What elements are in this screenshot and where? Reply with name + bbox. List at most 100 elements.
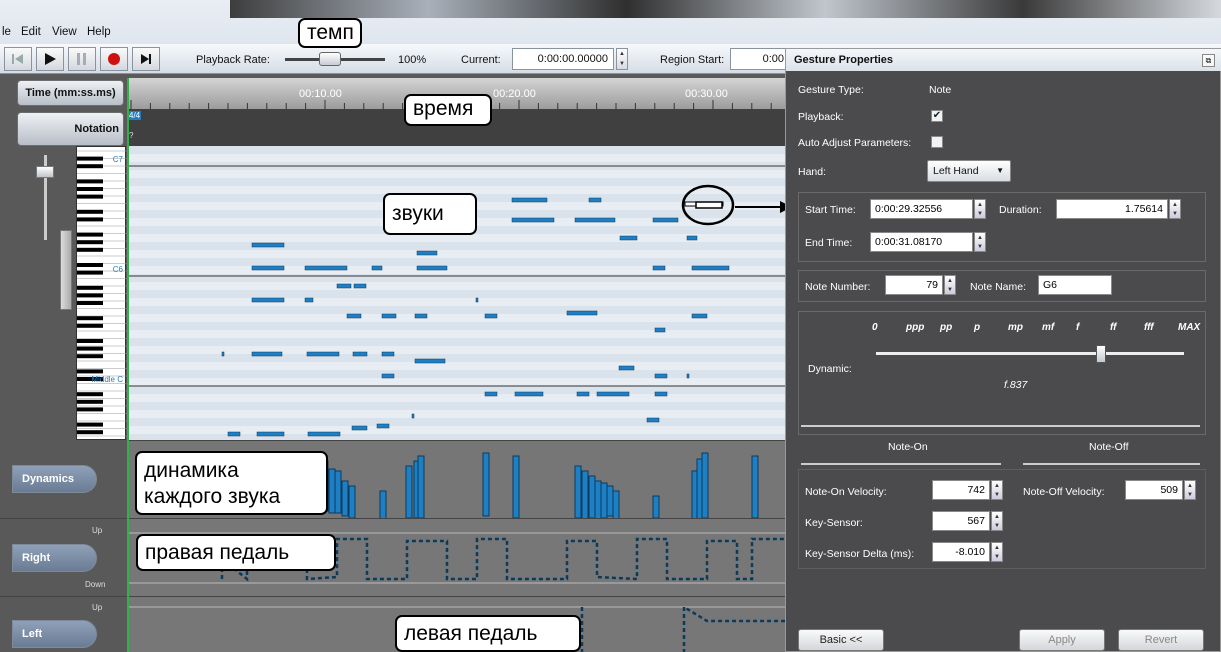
- note-block: [619, 235, 638, 241]
- dynamics-bar: [600, 482, 608, 518]
- roll-stripe: [127, 386, 785, 394]
- black-key: [77, 346, 103, 351]
- note-block: [416, 250, 438, 256]
- apply-button[interactable]: Apply: [1019, 629, 1105, 651]
- dynamic-slider[interactable]: [1095, 345, 1106, 363]
- note-block: [416, 265, 448, 271]
- start-time-spinner[interactable]: ▲ ▼: [974, 199, 986, 219]
- basic-toggle-button[interactable]: Basic <<: [798, 629, 884, 651]
- right-pedal-down-label: Down: [85, 580, 106, 589]
- callout-right-pedal: правая педаль: [136, 534, 336, 571]
- note-block: [484, 313, 498, 319]
- black-key: [77, 407, 103, 412]
- note-number-spinner[interactable]: ▲ ▼: [944, 275, 956, 295]
- piano-scrollbar[interactable]: [60, 230, 72, 310]
- end-time-label: End Time:: [805, 237, 853, 249]
- note-block: [381, 351, 395, 357]
- note-block: [336, 283, 352, 289]
- note-block: [686, 235, 698, 241]
- menu-help[interactable]: Help: [87, 26, 111, 38]
- note-block: [566, 310, 598, 316]
- note-block: [646, 417, 660, 423]
- note-block: [686, 373, 690, 379]
- ruler-tick-label-10: 00:10.00: [299, 88, 342, 100]
- roll-stripe: [127, 258, 785, 266]
- vertical-zoom-slider[interactable]: [36, 166, 54, 178]
- note-block: [256, 431, 285, 437]
- black-key: [77, 369, 103, 374]
- end-time-field[interactable]: 0:00:31.08170: [870, 232, 973, 252]
- note-block: [346, 313, 362, 319]
- note-block: [304, 297, 314, 303]
- note-block: [511, 217, 555, 223]
- note-on-divider: [801, 463, 1001, 465]
- note-block: [251, 351, 283, 357]
- callout-dynamics: динамика каждого звука: [135, 451, 328, 515]
- right-pedal-lane-button[interactable]: Right: [12, 544, 97, 572]
- playback-checkbox[interactable]: ✔: [931, 110, 943, 122]
- black-key: [77, 187, 103, 191]
- current-time-field[interactable]: 0:00:00.00000: [512, 48, 614, 70]
- black-key: [77, 392, 103, 397]
- roll-stripe: [127, 306, 785, 314]
- end-time-spinner[interactable]: ▲ ▼: [974, 232, 986, 252]
- black-key: [77, 209, 103, 214]
- skip-start-button[interactable]: [4, 47, 32, 71]
- duration-field[interactable]: 1.75614: [1056, 199, 1168, 219]
- note-off-divider: [1023, 463, 1200, 465]
- piano-keyboard[interactable]: C7 C6 Middle C: [76, 146, 127, 450]
- notation-header[interactable]: Notation: [17, 112, 124, 146]
- skip-start-icon: [12, 54, 23, 64]
- record-button[interactable]: [100, 47, 128, 71]
- start-time-field[interactable]: 0:00:29.32556: [870, 199, 973, 219]
- duration-spinner[interactable]: ▲ ▼: [1169, 199, 1181, 219]
- note-name-field[interactable]: G6: [1038, 275, 1112, 295]
- callout-tempo: темп: [298, 18, 362, 48]
- hand-select[interactable]: Left Hand ▼: [927, 160, 1011, 182]
- region-start-field[interactable]: 0:00: [730, 48, 790, 70]
- dynamics-bar: [594, 480, 602, 518]
- auto-adjust-label: Auto Adjust Parameters:: [798, 137, 912, 149]
- play-icon: [45, 53, 56, 65]
- menu-file[interactable]: le: [2, 26, 11, 38]
- dynamics-bar: [417, 455, 425, 518]
- gesture-properties-titlebar: Gesture Properties: [786, 49, 1221, 71]
- note-block: [353, 283, 367, 289]
- app-window: le Edit View Help Playback Rate: 100% Cu…: [0, 0, 1221, 652]
- note-number-field[interactable]: 79: [885, 275, 943, 295]
- roll-stripe: [127, 146, 785, 154]
- gesture-type-value: Note: [929, 84, 952, 96]
- note-block: [654, 391, 668, 397]
- dynamics-bar: [379, 490, 387, 518]
- note-block: [251, 242, 285, 248]
- menu-edit[interactable]: Edit: [21, 26, 41, 38]
- note-block: [652, 265, 666, 271]
- dynamics-bar: [512, 455, 520, 518]
- skip-end-button[interactable]: [132, 47, 160, 71]
- dynamic-mark: f: [1076, 322, 1080, 333]
- revert-button[interactable]: Revert: [1118, 629, 1204, 651]
- panel-restore-button[interactable]: ⧉: [1202, 54, 1215, 67]
- note-block: [381, 313, 397, 319]
- note-block: [691, 265, 730, 271]
- pause-icon: [77, 53, 86, 65]
- pause-button[interactable]: [68, 47, 96, 71]
- black-key: [77, 156, 103, 161]
- note-block: [414, 358, 446, 364]
- dynamics-bar: [334, 470, 342, 514]
- note-block: [306, 351, 340, 357]
- right-pedal-up-label: Up: [92, 526, 103, 535]
- left-pedal-lane-button[interactable]: Left: [12, 620, 97, 648]
- current-time-spinner[interactable]: ▲ ▼: [616, 48, 628, 70]
- dynamic-mark: 0: [872, 322, 878, 333]
- menu-view[interactable]: View: [52, 26, 77, 38]
- note-block: [511, 197, 548, 203]
- playback-rate-slider[interactable]: [319, 52, 341, 66]
- auto-adjust-checkbox[interactable]: [931, 136, 943, 148]
- play-button[interactable]: [36, 47, 64, 71]
- playhead[interactable]: [127, 78, 129, 652]
- dynamics-lane-button[interactable]: Dynamics: [12, 465, 97, 493]
- time-header[interactable]: Time (mm:ss.ms): [17, 80, 124, 106]
- note-block: [654, 373, 668, 379]
- black-key: [77, 217, 103, 222]
